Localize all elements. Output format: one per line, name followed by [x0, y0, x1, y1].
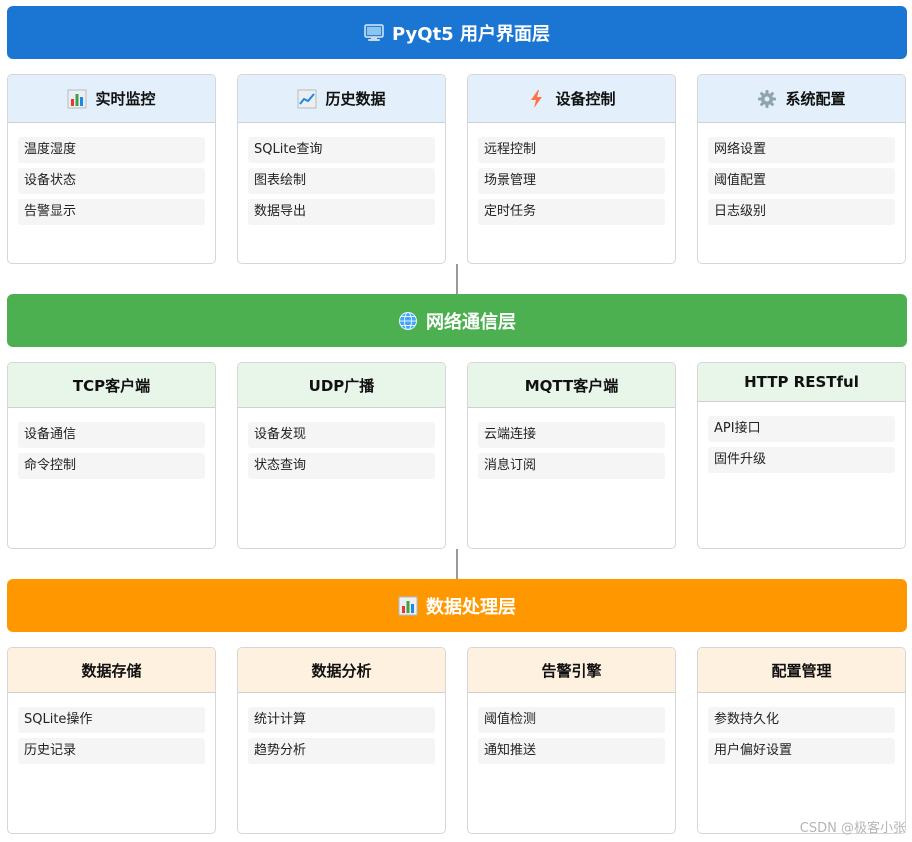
- list-item: 设备状态: [18, 168, 205, 194]
- card-header: 数据分析: [238, 648, 445, 693]
- card-alarm-engine: 告警引擎 阈值检测 通知推送: [467, 647, 676, 834]
- card-header: 系统配置: [698, 75, 905, 123]
- ui-layer-title: PyQt5 用户界面层: [392, 23, 550, 45]
- card-realtime-monitor: 实时监控 温度湿度 设备状态 告警显示: [7, 74, 216, 264]
- list-item: 状态查询: [248, 453, 435, 479]
- line-chart-icon: [297, 89, 317, 109]
- network-layer-header: 网络通信层: [7, 294, 907, 347]
- lightning-icon: [527, 89, 547, 109]
- card-header: UDP广播: [238, 363, 445, 408]
- gear-icon: [757, 89, 777, 109]
- card-udp-broadcast: UDP广播 设备发现 状态查询: [237, 362, 446, 549]
- layer-connector: [456, 264, 458, 294]
- list-item: 数据导出: [248, 199, 435, 225]
- card-title: 数据分析: [311, 661, 372, 680]
- list-item: 告警显示: [18, 199, 205, 225]
- card-title: 系统配置: [785, 90, 846, 108]
- card-title: 配置管理: [771, 661, 832, 680]
- network-layer-title: 网络通信层: [426, 311, 516, 333]
- bar-chart-icon: [398, 596, 418, 616]
- list-item: 参数持久化: [708, 707, 895, 733]
- card-config-management: 配置管理 参数持久化 用户偏好设置: [697, 647, 906, 834]
- data-layer-title: 数据处理层: [426, 596, 516, 618]
- list-item: 温度湿度: [18, 137, 205, 163]
- data-layer-header: 数据处理层: [7, 579, 907, 632]
- card-data-analysis: 数据分析 统计计算 趋势分析: [237, 647, 446, 834]
- card-title: 告警引擎: [541, 661, 602, 680]
- list-item: 消息订阅: [478, 453, 665, 479]
- list-item: 设备发现: [248, 422, 435, 448]
- card-mqtt-client: MQTT客户端 云端连接 消息订阅: [467, 362, 676, 549]
- card-header: HTTP RESTful: [698, 363, 905, 402]
- list-item: 趋势分析: [248, 738, 435, 764]
- list-item: 图表绘制: [248, 168, 435, 194]
- list-item: 日志级别: [708, 199, 895, 225]
- list-item: 历史记录: [18, 738, 205, 764]
- list-item: 固件升级: [708, 447, 895, 473]
- bar-chart-icon: [67, 89, 87, 109]
- card-history-data: 历史数据 SQLite查询 图表绘制 数据导出: [237, 74, 446, 264]
- card-title: MQTT客户端: [524, 376, 619, 395]
- card-header: 设备控制: [468, 75, 675, 123]
- card-title: 数据存储: [81, 661, 142, 680]
- list-item: SQLite查询: [248, 137, 435, 163]
- watermark: CSDN @极客小张: [799, 821, 906, 836]
- card-title: 设备控制: [555, 90, 616, 108]
- card-header: TCP客户端: [8, 363, 215, 408]
- card-header: 配置管理: [698, 648, 905, 693]
- list-item: 场景管理: [478, 168, 665, 194]
- list-item: API接口: [708, 416, 895, 442]
- list-item: 远程控制: [478, 137, 665, 163]
- computer-icon: [364, 23, 384, 43]
- list-item: SQLite操作: [18, 707, 205, 733]
- card-title: 实时监控: [95, 90, 156, 108]
- card-http-restful: HTTP RESTful API接口 固件升级: [697, 362, 906, 549]
- list-item: 网络设置: [708, 137, 895, 163]
- card-device-control: 设备控制 远程控制 场景管理 定时任务: [467, 74, 676, 264]
- list-item: 云端连接: [478, 422, 665, 448]
- list-item: 阈值配置: [708, 168, 895, 194]
- card-system-config: 系统配置 网络设置 阈值配置 日志级别: [697, 74, 906, 264]
- list-item: 阈值检测: [478, 707, 665, 733]
- card-header: 历史数据: [238, 75, 445, 123]
- card-header: 数据存储: [8, 648, 215, 693]
- layer-connector: [456, 549, 458, 579]
- card-tcp-client: TCP客户端 设备通信 命令控制: [7, 362, 216, 549]
- card-data-storage: 数据存储 SQLite操作 历史记录: [7, 647, 216, 834]
- list-item: 命令控制: [18, 453, 205, 479]
- card-title: HTTP RESTful: [744, 373, 859, 391]
- card-title: TCP客户端: [72, 376, 151, 395]
- card-header: 告警引擎: [468, 648, 675, 693]
- card-title: UDP广播: [308, 376, 375, 395]
- card-header: 实时监控: [8, 75, 215, 123]
- list-item: 通知推送: [478, 738, 665, 764]
- card-header: MQTT客户端: [468, 363, 675, 408]
- list-item: 定时任务: [478, 199, 665, 225]
- ui-layer-header: PyQt5 用户界面层: [7, 6, 907, 59]
- card-title: 历史数据: [325, 90, 386, 108]
- list-item: 设备通信: [18, 422, 205, 448]
- globe-icon: [398, 311, 418, 331]
- list-item: 用户偏好设置: [708, 738, 895, 764]
- list-item: 统计计算: [248, 707, 435, 733]
